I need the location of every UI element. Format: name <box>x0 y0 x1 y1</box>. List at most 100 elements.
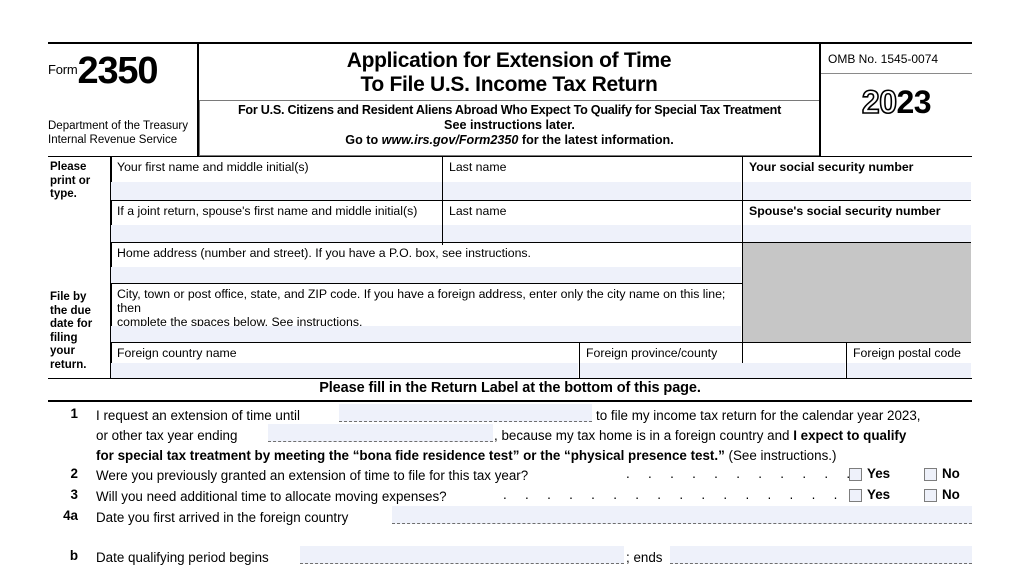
input-arrival-date[interactable] <box>392 506 972 524</box>
line-1b-prefix: or other tax year ending <box>96 428 238 443</box>
field-foreign-postal[interactable]: Foreign postal code <box>847 343 971 378</box>
field-city-state-zip[interactable]: City, town or post office, state, and ZI… <box>111 284 741 343</box>
input-last-name-2[interactable] <box>443 225 741 243</box>
form-title-block: Application for Extension of Time To Fil… <box>199 44 819 156</box>
form-identity-block: Form2350 Department of the Treasury Inte… <box>48 44 197 156</box>
line-1a-prefix: I request an extension of time until <box>96 408 300 423</box>
department-line-1: Department of the Treasury <box>48 120 188 132</box>
input-city-state-zip[interactable] <box>111 326 741 343</box>
field-foreign-province[interactable]: Foreign province/county <box>580 343 845 378</box>
goto-prefix: Go to <box>345 133 382 147</box>
line-2-no-checkbox[interactable] <box>924 468 937 481</box>
row5-divider-b <box>846 343 848 379</box>
tax-year: 2023 <box>821 83 972 121</box>
department-block: Department of the Treasury Internal Reve… <box>48 120 188 147</box>
label-foreign-province: Foreign province/county <box>586 346 718 360</box>
form-number-line: Form2350 <box>48 50 159 93</box>
line-1c: for special tax treatment by meeting the… <box>96 446 836 465</box>
label-your-first-name: Your first name and middle initial(s) <box>117 160 309 174</box>
field-your-ssn[interactable]: Your social security number <box>743 157 971 201</box>
omb-year-block: OMB No. 1545-0074 2023 <box>821 44 972 156</box>
line-3-no-label: No <box>942 487 960 502</box>
line-1b-middle-text: , because my tax home is in a foreign co… <box>494 428 794 443</box>
field-last-name-2[interactable]: Last name <box>443 201 741 243</box>
input-spouse-first-name[interactable] <box>111 225 442 243</box>
line-2-text: Were you previously granted an extension… <box>96 468 529 483</box>
label-last-name-2: Last name <box>449 204 507 218</box>
input-extension-until-date[interactable] <box>339 404 592 422</box>
omb-number: OMB No. 1545-0074 <box>828 52 939 66</box>
label-last-name-1: Last name <box>449 160 507 174</box>
line-b-text: Date qualifying period begins <box>96 550 269 565</box>
form-header: Form2350 Department of the Treasury Inte… <box>48 42 972 156</box>
line-1b-middle: , because my tax home is in a foreign co… <box>494 426 906 445</box>
line-2-no-label: No <box>942 466 960 481</box>
field-spouse-first-name[interactable]: If a joint return, spouse's first name a… <box>111 201 442 243</box>
input-your-ssn[interactable] <box>743 182 971 201</box>
input-last-name-1[interactable] <box>443 182 741 201</box>
form-number: 2350 <box>77 50 159 92</box>
line-3-number: 3 <box>70 487 78 502</box>
form-subtitle-line-2: See instructions later. <box>444 118 575 132</box>
label-foreign-country: Foreign country name <box>117 346 237 360</box>
line-2-number: 2 <box>70 466 78 481</box>
goto-suffix: for the latest information. <box>518 133 674 147</box>
please-print-label: Please print or type. <box>50 161 91 200</box>
line-3-yes-label: Yes <box>867 487 891 502</box>
label-city-state-zip: City, town or post office, state, and ZI… <box>117 287 737 329</box>
line-b-middle: ; ends <box>626 550 663 565</box>
line-3-yes-checkbox[interactable] <box>849 489 862 502</box>
form-subtitle-line-1: For U.S. Citizens and Resident Aliens Ab… <box>237 103 782 117</box>
form-subtitle-line-3: Go to www.irs.gov/Form2350 for the lates… <box>200 133 819 148</box>
instruction-column: Please print or type. File by the due date f… <box>48 157 110 378</box>
line-1-number: 1 <box>70 406 78 421</box>
line-4a-text: Date you first arrived in the foreign co… <box>96 510 349 525</box>
input-spouse-ssn[interactable] <box>743 225 971 243</box>
tax-year-century: 20 <box>861 83 898 121</box>
form-subtitle-box: For U.S. Citizens and Resident Aliens Ab… <box>199 100 819 156</box>
line-1c-tail: (See instructions.) <box>724 448 837 463</box>
field-last-name-1[interactable]: Last name <box>443 157 741 201</box>
row5-divider-a <box>579 343 581 379</box>
form-2350-page: Form2350 Department of the Treasury Inte… <box>0 0 1024 576</box>
line-b-number: b <box>69 548 78 563</box>
line-2-yes-label: Yes <box>867 466 891 481</box>
department-line-2: Internal Revenue Service <box>48 133 178 146</box>
field-foreign-country[interactable]: Foreign country name <box>111 343 578 378</box>
label-spouse-ssn: Spouse's social security number <box>749 204 941 218</box>
line-1b-bold-text: I expect to qualify <box>793 428 907 443</box>
input-foreign-country[interactable] <box>111 363 578 378</box>
line-3-dot-leader: . . . . . . . . . . . . . . . . <box>503 487 845 502</box>
label-home-address: Home address (number and street). If you… <box>117 246 531 260</box>
input-qualifying-period-begins[interactable] <box>300 546 624 564</box>
return-label-notice: Please fill in the Return Label at the b… <box>319 380 701 396</box>
input-other-tax-year-ending[interactable] <box>268 424 493 442</box>
shaded-unused-area <box>743 243 971 343</box>
taxpayer-entity-table: Please print or type. File by the due date f… <box>48 156 972 379</box>
input-home-address[interactable] <box>111 267 741 284</box>
label-foreign-postal: Foreign postal code <box>853 346 962 360</box>
form-title-line-2: To File U.S. Income Tax Return <box>360 73 658 96</box>
field-home-address[interactable]: Home address (number and street). If you… <box>111 243 741 284</box>
input-your-first-name[interactable] <box>111 182 442 201</box>
field-spouse-ssn[interactable]: Spouse's social security number <box>743 201 971 243</box>
form-questions: 1 I request an extension of time until t… <box>48 402 972 576</box>
input-foreign-province[interactable] <box>580 363 845 378</box>
line-3-text: Will you need additional time to allocat… <box>96 489 447 504</box>
line-1a-suffix: to file my income tax return for the cal… <box>596 408 921 423</box>
line-4a-number: 4a <box>63 508 78 523</box>
label-spouse-first-name: If a joint return, spouse's first name a… <box>117 204 418 218</box>
field-your-first-name[interactable]: Your first name and middle initial(s) <box>111 157 442 201</box>
line-2-dot-leader: . . . . . . . . . . . <box>626 466 858 481</box>
irs-url-link[interactable]: www.irs.gov/Form2350 <box>382 133 519 147</box>
label-your-ssn: Your social security number <box>749 160 914 174</box>
form-title-line-1: Application for Extension of Time <box>346 49 672 72</box>
input-qualifying-period-ends[interactable] <box>670 546 972 564</box>
line-2-yes-checkbox[interactable] <box>849 468 862 481</box>
line-1c-bold-text: for special tax treatment by meeting the… <box>96 448 725 463</box>
form-word-label: Form <box>48 62 78 77</box>
file-by-due-date-label: File by the due date for filing your return. <box>50 291 93 371</box>
label-city-line-1: City, town or post office, state, and ZI… <box>117 287 726 315</box>
line-3-no-checkbox[interactable] <box>924 489 937 502</box>
input-foreign-postal[interactable] <box>847 363 971 378</box>
